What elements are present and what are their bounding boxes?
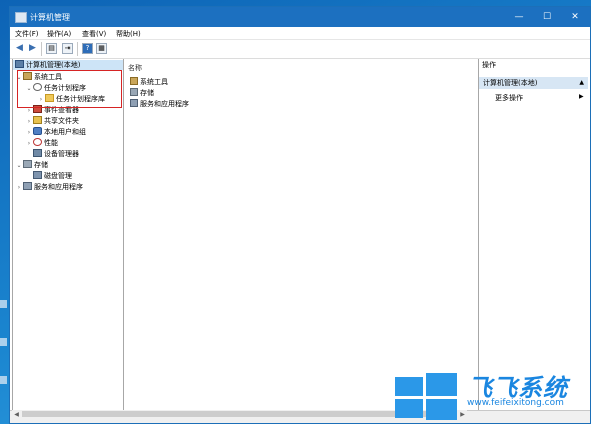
close-button[interactable]: ✕: [561, 7, 589, 27]
shared-folder-icon: [33, 116, 42, 124]
desktop-icon[interactable]: [0, 300, 7, 308]
desktop-icon[interactable]: [0, 376, 7, 384]
scroll-right-icon[interactable]: ▶: [458, 410, 467, 419]
tree-item-device-manager[interactable]: 设备管理器: [25, 149, 79, 159]
tree-item-local-users-groups[interactable]: › 本地用户和组: [25, 127, 86, 137]
storage-icon: [130, 88, 138, 96]
tools-icon: [130, 77, 138, 85]
actions-pane: 操作 计算机管理(本地) ▲ 更多操作 ▶: [479, 59, 588, 410]
tree-item-system-tools[interactable]: ⌄ 系统工具: [15, 72, 62, 82]
tools-icon: [23, 72, 32, 80]
menu-help[interactable]: 帮助(H): [116, 29, 141, 39]
content-list: 名称 系统工具 存储 服务和应用程序: [124, 59, 479, 410]
expand-chevron-icon[interactable]: ⌄: [15, 73, 23, 83]
list-item[interactable]: 系统工具: [130, 77, 168, 87]
back-icon[interactable]: ◀: [14, 43, 25, 54]
event-viewer-icon: [33, 105, 42, 113]
tree-root[interactable]: 计算机管理(本地): [13, 60, 123, 70]
window-title: 计算机管理: [30, 13, 70, 22]
performance-icon: [33, 138, 42, 146]
expand-chevron-icon[interactable]: ⌄: [15, 161, 23, 171]
expand-chevron-icon[interactable]: ›: [25, 106, 33, 116]
scroll-thumb[interactable]: [22, 411, 452, 417]
actions-header: 操作: [482, 61, 496, 69]
collapse-caret-icon[interactable]: ▲: [579, 77, 584, 89]
disk-icon: [33, 171, 42, 179]
services-icon: [130, 99, 138, 107]
help-icon[interactable]: ?: [82, 43, 93, 54]
tree-item-task-scheduler[interactable]: ⌄ 任务计划程序: [25, 83, 86, 93]
menu-view[interactable]: 查看(V): [82, 29, 106, 39]
tree-item-services-applications[interactable]: › 服务和应用程序: [15, 182, 83, 192]
expand-chevron-icon[interactable]: ›: [25, 117, 33, 127]
folder-icon: [45, 94, 54, 102]
toolbar: ◀ ▶ ▤ ⇥ ? ▦: [10, 40, 590, 59]
list-item[interactable]: 存储: [130, 88, 154, 98]
computer-management-window: 计算机管理 — ☐ ✕ 文件(F) 操作(A) 查看(V) 帮助(H) ◀ ▶ …: [9, 6, 591, 424]
toolbar-separator: [41, 42, 42, 56]
scroll-left-icon[interactable]: ◀: [12, 410, 21, 419]
storage-icon: [23, 160, 32, 168]
column-header-name[interactable]: 名称: [128, 63, 142, 73]
toolbar-separator: [77, 42, 78, 56]
expand-chevron-icon[interactable]: ›: [25, 139, 33, 149]
submenu-arrow-icon: ▶: [579, 93, 584, 100]
tree-item-disk-management[interactable]: 磁盘管理: [25, 171, 72, 181]
tree-item-task-scheduler-library[interactable]: › 任务计划程序库: [37, 94, 105, 104]
app-icon: [15, 12, 27, 23]
tree-item-shared-folders[interactable]: › 共享文件夹: [25, 116, 79, 126]
navigation-tree: 计算机管理(本地) ⌄ 系统工具 ⌄ 任务计划程序 › 任务计划程序库 › 事件查看器 …: [12, 59, 124, 410]
tree-item-performance[interactable]: › 性能: [25, 138, 58, 148]
minimize-button[interactable]: —: [505, 7, 533, 27]
tree-item-storage[interactable]: ⌄ 存储: [15, 160, 48, 170]
expand-chevron-icon[interactable]: ⌄: [25, 84, 33, 94]
desktop-icon[interactable]: [0, 338, 7, 346]
device-manager-icon: [33, 149, 42, 157]
more-actions-link[interactable]: 更多操作: [495, 93, 523, 103]
expand-chevron-icon[interactable]: ›: [15, 183, 23, 193]
forward-icon[interactable]: ▶: [27, 43, 38, 54]
export-icon[interactable]: ⇥: [62, 43, 73, 54]
clock-icon: [33, 83, 42, 91]
title-bar[interactable]: 计算机管理 — ☐ ✕: [10, 7, 590, 27]
watermark-windows-logo: [395, 371, 457, 420]
services-icon: [23, 182, 32, 190]
menu-file[interactable]: 文件(F): [15, 29, 39, 39]
show-hide-tree-icon[interactable]: ▤: [46, 43, 57, 54]
actions-group-computer-management[interactable]: 计算机管理(本地) ▲: [479, 77, 588, 89]
users-icon: [33, 127, 42, 135]
list-item[interactable]: 服务和应用程序: [130, 99, 189, 109]
computer-icon: [15, 60, 24, 68]
watermark-url: www.feifeixitong.com: [467, 398, 564, 408]
tree-root-label: 计算机管理(本地): [26, 61, 81, 69]
expand-chevron-icon[interactable]: ›: [37, 95, 45, 105]
tree-item-event-viewer[interactable]: › 事件查看器: [25, 105, 79, 115]
expand-chevron-icon[interactable]: ›: [25, 128, 33, 138]
menu-bar: 文件(F) 操作(A) 查看(V) 帮助(H): [10, 27, 590, 40]
properties-icon[interactable]: ▦: [96, 43, 107, 54]
menu-action[interactable]: 操作(A): [47, 29, 71, 39]
maximize-button[interactable]: ☐: [533, 7, 561, 27]
